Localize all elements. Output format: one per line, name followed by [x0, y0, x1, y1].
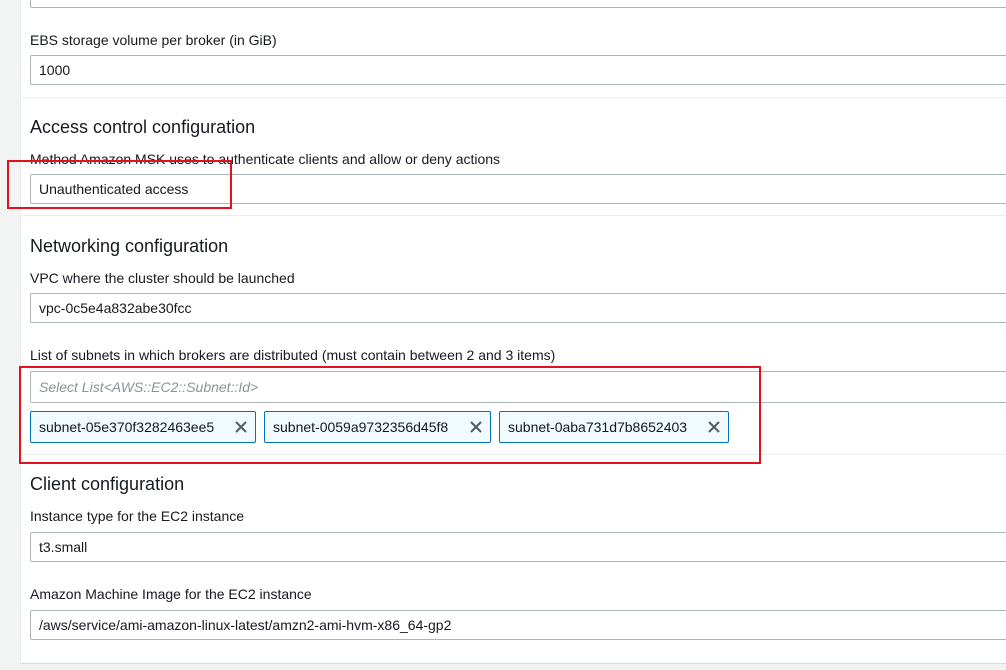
previous-field[interactable]	[30, 0, 1006, 8]
highlight-box	[19, 366, 761, 464]
form-panel	[20, 0, 1006, 664]
ami-input[interactable]: /aws/service/ami-amazon-linux-latest/amz…	[30, 610, 1006, 640]
vpc-label: VPC where the cluster should be launched	[30, 270, 295, 286]
networking-title: Networking configuration	[30, 236, 229, 256]
section-divider	[20, 97, 1006, 98]
subnets-label: List of subnets in which brokers are dis…	[30, 347, 556, 363]
access-control-title: Access control configuration	[30, 117, 256, 137]
instance-type-input[interactable]: t3.small	[30, 532, 1006, 562]
section-divider	[20, 215, 1006, 216]
ami-label: Amazon Machine Image for the EC2 instanc…	[30, 586, 312, 602]
client-config-title: Client configuration	[30, 474, 185, 494]
highlight-box	[7, 160, 232, 209]
ebs-volume-label: EBS storage volume per broker (in GiB)	[30, 32, 277, 48]
instance-type-label: Instance type for the EC2 instance	[30, 508, 245, 524]
ebs-volume-input[interactable]: 1000	[30, 55, 1006, 85]
vpc-select[interactable]: vpc-0c5e4a832abe30fcc	[30, 293, 1006, 323]
